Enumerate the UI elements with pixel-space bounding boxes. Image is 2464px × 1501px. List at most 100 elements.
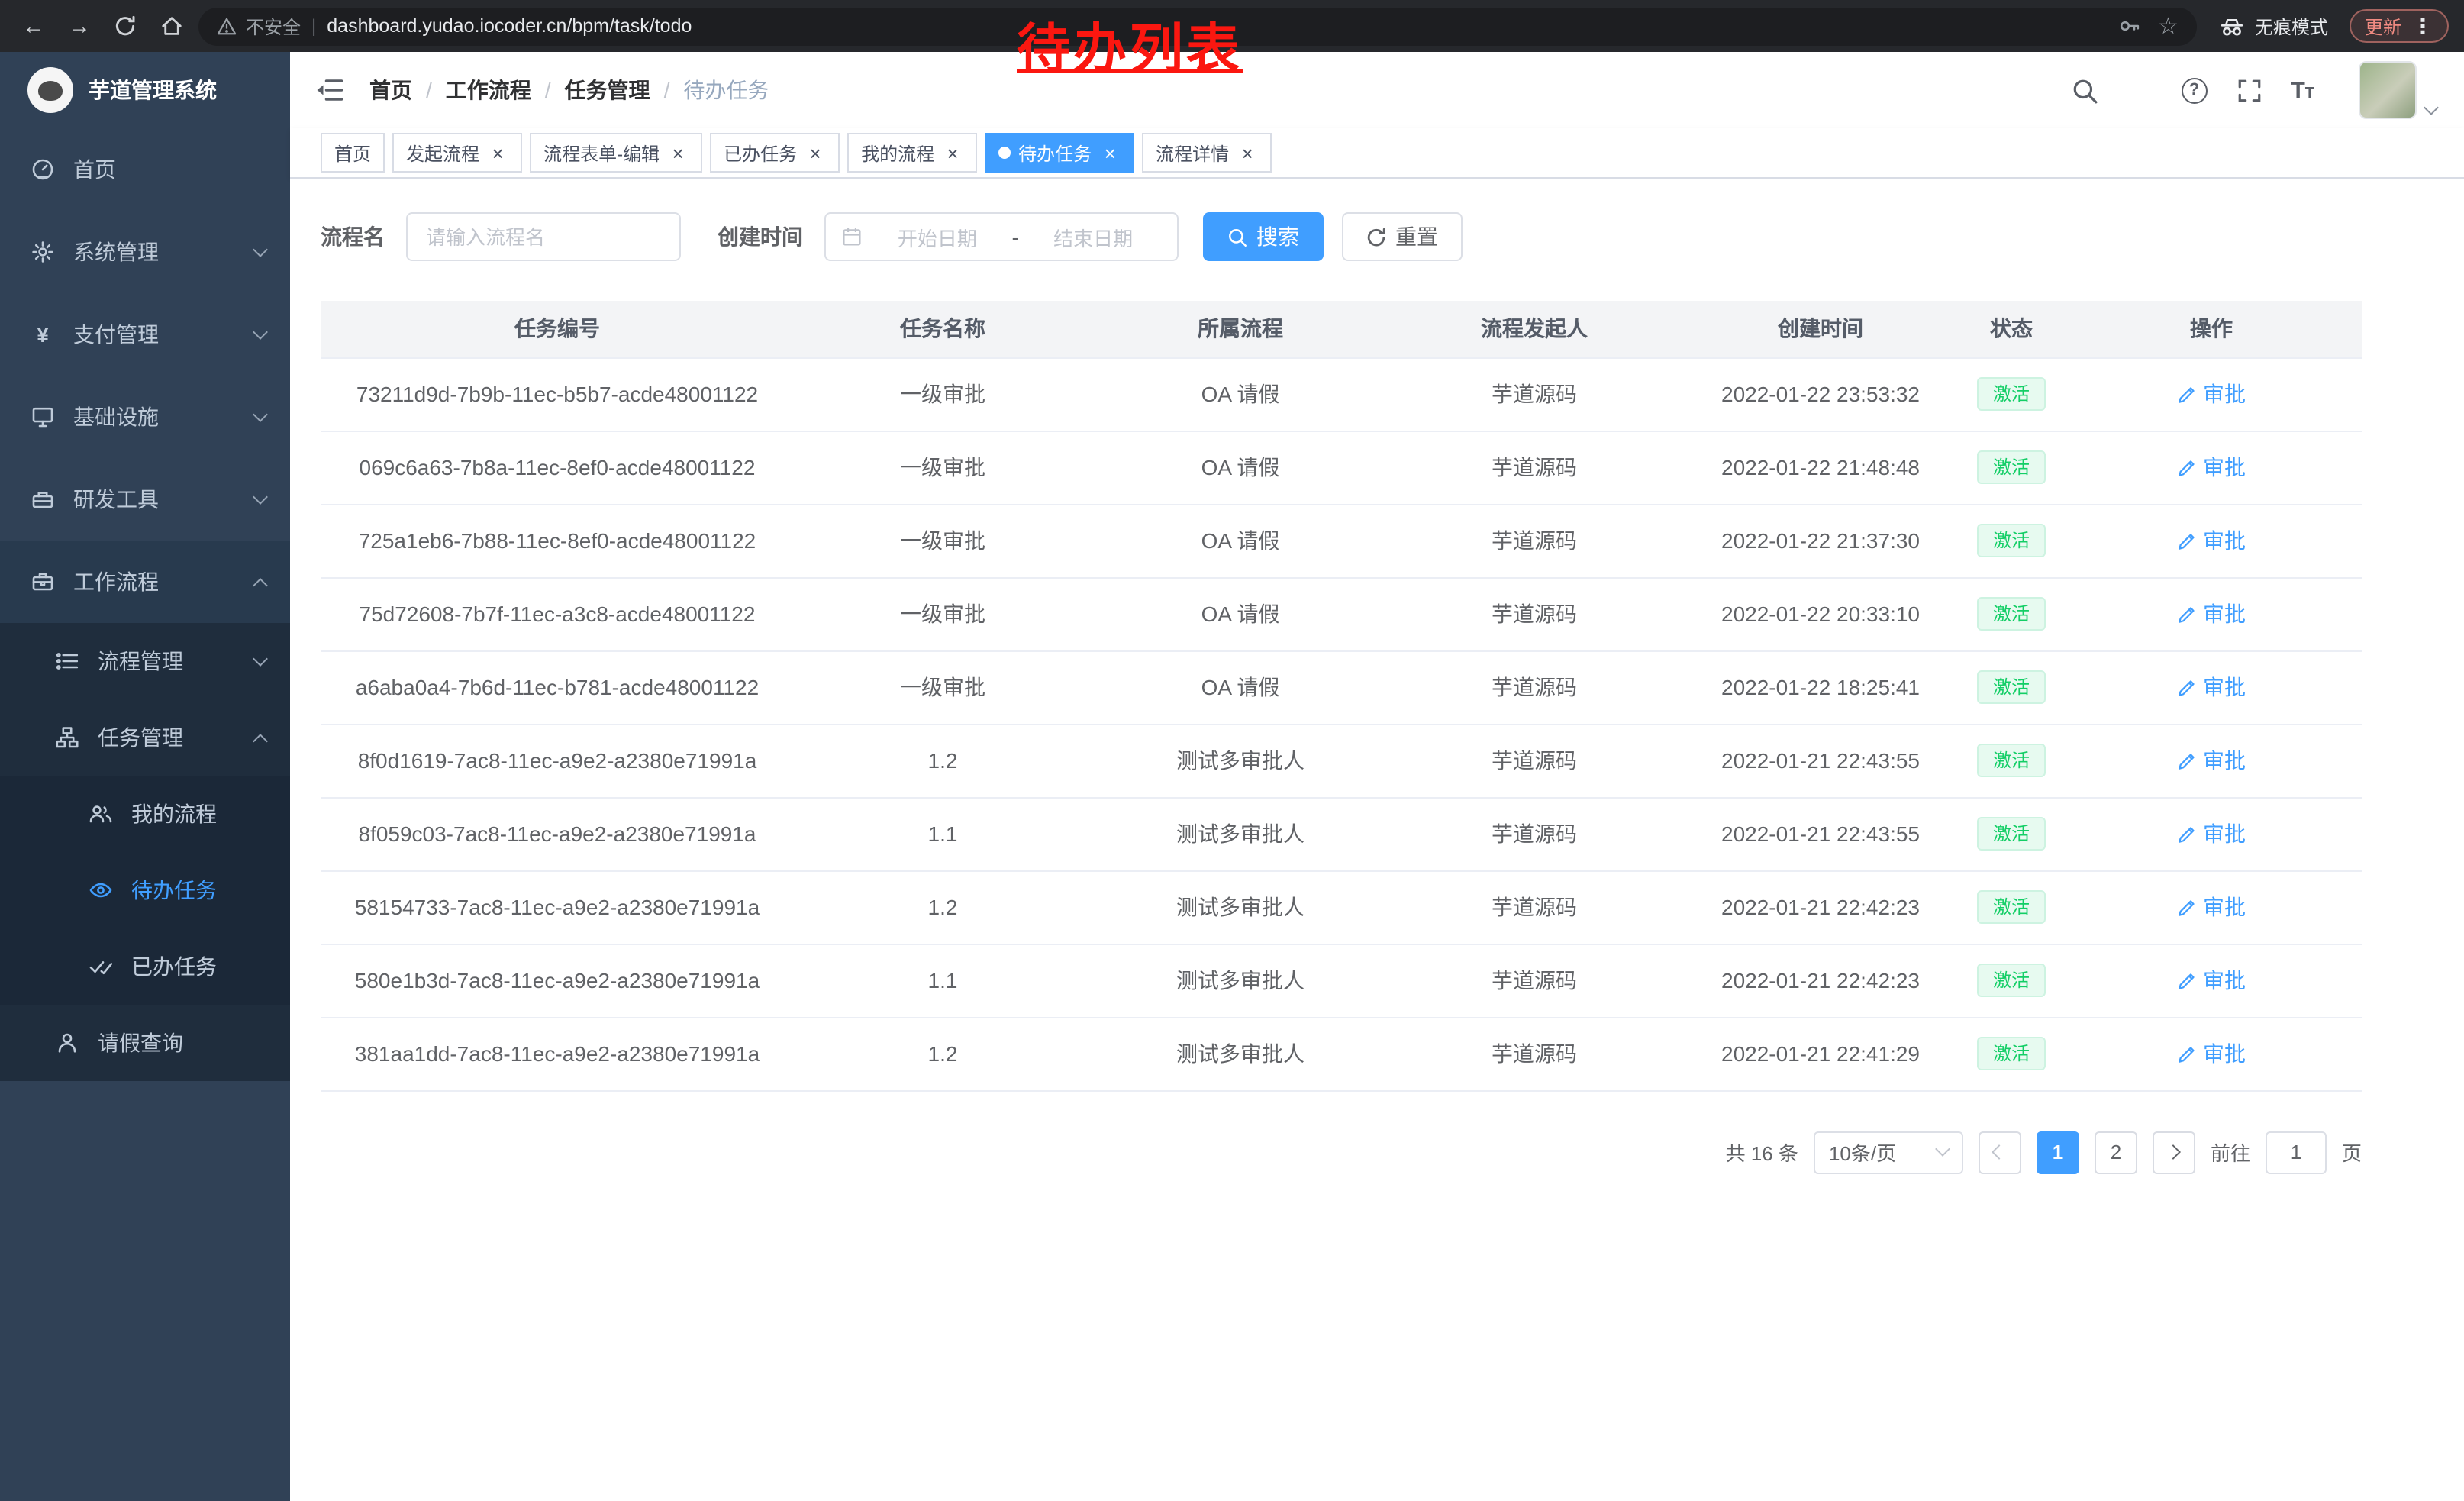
tab-form-edit[interactable]: 流程表单-编辑 × xyxy=(530,133,702,173)
browser-menu-icon[interactable]: ⋮ xyxy=(2412,15,2433,37)
range-separator: - xyxy=(1012,225,1019,248)
sidebar-item-label: 任务管理 xyxy=(98,722,183,753)
page-button-1[interactable]: 1 xyxy=(2037,1131,2079,1173)
close-icon[interactable]: × xyxy=(667,142,689,163)
approve-button[interactable]: 审批 xyxy=(2177,379,2246,409)
app-logo[interactable]: 芋道管理系统 xyxy=(0,52,290,128)
bookmark-star-icon[interactable]: ☆ xyxy=(2158,12,2179,40)
eye-icon xyxy=(89,878,113,902)
total-count: 共 16 条 xyxy=(1726,1138,1798,1167)
process-name-input[interactable] xyxy=(406,212,681,261)
reload-icon[interactable] xyxy=(107,8,144,44)
chevron-up-icon xyxy=(253,577,268,592)
sidebar-item-infrastructure[interactable]: 基础设施 xyxy=(0,376,290,458)
status-cell: 激活 xyxy=(1962,797,2061,870)
breadcrumb-home[interactable]: 首页 xyxy=(369,75,412,105)
end-date-placeholder: 结束日期 xyxy=(1024,222,1162,251)
edit-icon xyxy=(2177,604,2197,624)
sidebar-item-home[interactable]: 首页 xyxy=(0,128,290,211)
forward-icon[interactable]: → xyxy=(61,8,98,44)
reset-button[interactable]: 重置 xyxy=(1342,212,1463,261)
home-icon[interactable] xyxy=(153,8,189,44)
incognito-icon xyxy=(2218,16,2246,36)
approve-button[interactable]: 审批 xyxy=(2177,892,2246,922)
sidebar-item-label: 流程管理 xyxy=(98,646,183,676)
sidebar-item-todo-tasks[interactable]: 待办任务 xyxy=(0,852,290,928)
help-icon[interactable]: ? xyxy=(2181,77,2207,103)
table-row: 75d72608-7b7f-11ec-a3c8-acde48001122 一级审… xyxy=(321,577,2362,650)
initiator-cell: 芋道源码 xyxy=(1389,870,1679,944)
tab-home[interactable]: 首页 xyxy=(321,133,385,173)
tab-label: 流程详情 xyxy=(1156,140,1229,166)
process-cell: 测试多审批人 xyxy=(1092,1017,1389,1090)
sidebar-item-payment[interactable]: ¥ 支付管理 xyxy=(0,293,290,376)
approve-button[interactable]: 审批 xyxy=(2177,599,2246,629)
edit-icon xyxy=(2177,1044,2197,1064)
page-size-select[interactable]: 10条/页 xyxy=(1814,1131,1963,1173)
sidebar-item-process-management[interactable]: 流程管理 xyxy=(0,623,290,699)
fullscreen-icon[interactable] xyxy=(2236,77,2262,103)
approve-button[interactable]: 审批 xyxy=(2177,525,2246,556)
col-status: 状态 xyxy=(1962,301,2061,357)
sidebar-item-devtools[interactable]: 研发工具 xyxy=(0,458,290,541)
close-icon[interactable]: × xyxy=(1099,142,1121,163)
github-icon[interactable] xyxy=(2126,77,2152,103)
breadcrumb-workflow[interactable]: 工作流程 xyxy=(446,75,531,105)
close-icon[interactable]: × xyxy=(805,142,826,163)
goto-page-input[interactable] xyxy=(2266,1131,2327,1173)
browser-update-button[interactable]: 更新 ⋮ xyxy=(2350,9,2449,43)
close-icon[interactable]: × xyxy=(1237,142,1258,163)
tab-process-detail[interactable]: 流程详情 × xyxy=(1142,133,1272,173)
sidebar-item-my-process[interactable]: 我的流程 xyxy=(0,776,290,852)
sidebar-item-task-management[interactable]: 任务管理 xyxy=(0,699,290,776)
task-name-cell: 一级审批 xyxy=(794,650,1092,724)
user-menu[interactable] xyxy=(2359,61,2437,119)
edit-icon xyxy=(2177,384,2197,404)
edit-icon xyxy=(2177,457,2197,477)
sidebar-item-done-tasks[interactable]: 已办任务 xyxy=(0,928,290,1005)
tab-start-process[interactable]: 发起流程 × xyxy=(392,133,522,173)
approve-button[interactable]: 审批 xyxy=(2177,1038,2246,1069)
hamburger-icon[interactable] xyxy=(314,75,345,105)
prev-page-button[interactable] xyxy=(1979,1131,2021,1173)
close-icon[interactable]: × xyxy=(487,142,508,163)
next-page-button[interactable] xyxy=(2153,1131,2195,1173)
search-icon[interactable] xyxy=(2071,77,2097,103)
approve-button[interactable]: 审批 xyxy=(2177,965,2246,996)
font-size-icon[interactable]: TT xyxy=(2291,79,2314,102)
created-cell: 2022-01-21 22:43:55 xyxy=(1679,724,1962,797)
approve-button[interactable]: 审批 xyxy=(2177,745,2246,776)
process-cell: 测试多审批人 xyxy=(1092,724,1389,797)
approve-button[interactable]: 审批 xyxy=(2177,452,2246,483)
close-icon[interactable]: × xyxy=(942,142,963,163)
approve-button[interactable]: 审批 xyxy=(2177,672,2246,702)
security-chip[interactable]: 不安全 xyxy=(217,13,301,39)
tab-done-tasks[interactable]: 已办任务 × xyxy=(710,133,840,173)
page-button-2[interactable]: 2 xyxy=(2095,1131,2137,1173)
sidebar-item-leave-query[interactable]: 请假查询 xyxy=(0,1005,290,1081)
search-button[interactable]: 搜索 xyxy=(1203,212,1324,261)
search-button-label: 搜索 xyxy=(1256,221,1299,252)
action-cell: 审批 xyxy=(2061,944,2362,1017)
avatar[interactable] xyxy=(2359,61,2417,119)
sidebar-item-workflow[interactable]: 工作流程 xyxy=(0,541,290,623)
created-cell: 2022-01-22 20:33:10 xyxy=(1679,577,1962,650)
tab-todo-tasks[interactable]: 待办任务 × xyxy=(985,133,1134,173)
initiator-cell: 芋道源码 xyxy=(1389,431,1679,504)
table-row: 73211d9d-7b9b-11ec-b5b7-acde48001122 一级审… xyxy=(321,357,2362,431)
breadcrumb-task-management[interactable]: 任务管理 xyxy=(565,75,650,105)
create-time-range-picker[interactable]: 开始日期 - 结束日期 xyxy=(824,212,1179,261)
initiator-cell: 芋道源码 xyxy=(1389,1017,1679,1090)
sidebar-item-system[interactable]: 系统管理 xyxy=(0,211,290,293)
page-size-value: 10条/页 xyxy=(1829,1138,1896,1167)
process-cell: OA 请假 xyxy=(1092,650,1389,724)
approve-button[interactable]: 审批 xyxy=(2177,818,2246,849)
chevron-left-icon xyxy=(1992,1144,2008,1160)
tab-my-process[interactable]: 我的流程 × xyxy=(847,133,977,173)
table-header-row: 任务编号 任务名称 所属流程 流程发起人 创建时间 状态 操作 xyxy=(321,301,2362,357)
created-cell: 2022-01-21 22:42:23 xyxy=(1679,870,1962,944)
back-icon[interactable]: ← xyxy=(15,8,52,44)
refresh-icon xyxy=(1366,227,1386,247)
sidebar-item-label: 我的流程 xyxy=(131,799,217,829)
key-icon[interactable] xyxy=(2118,15,2140,37)
